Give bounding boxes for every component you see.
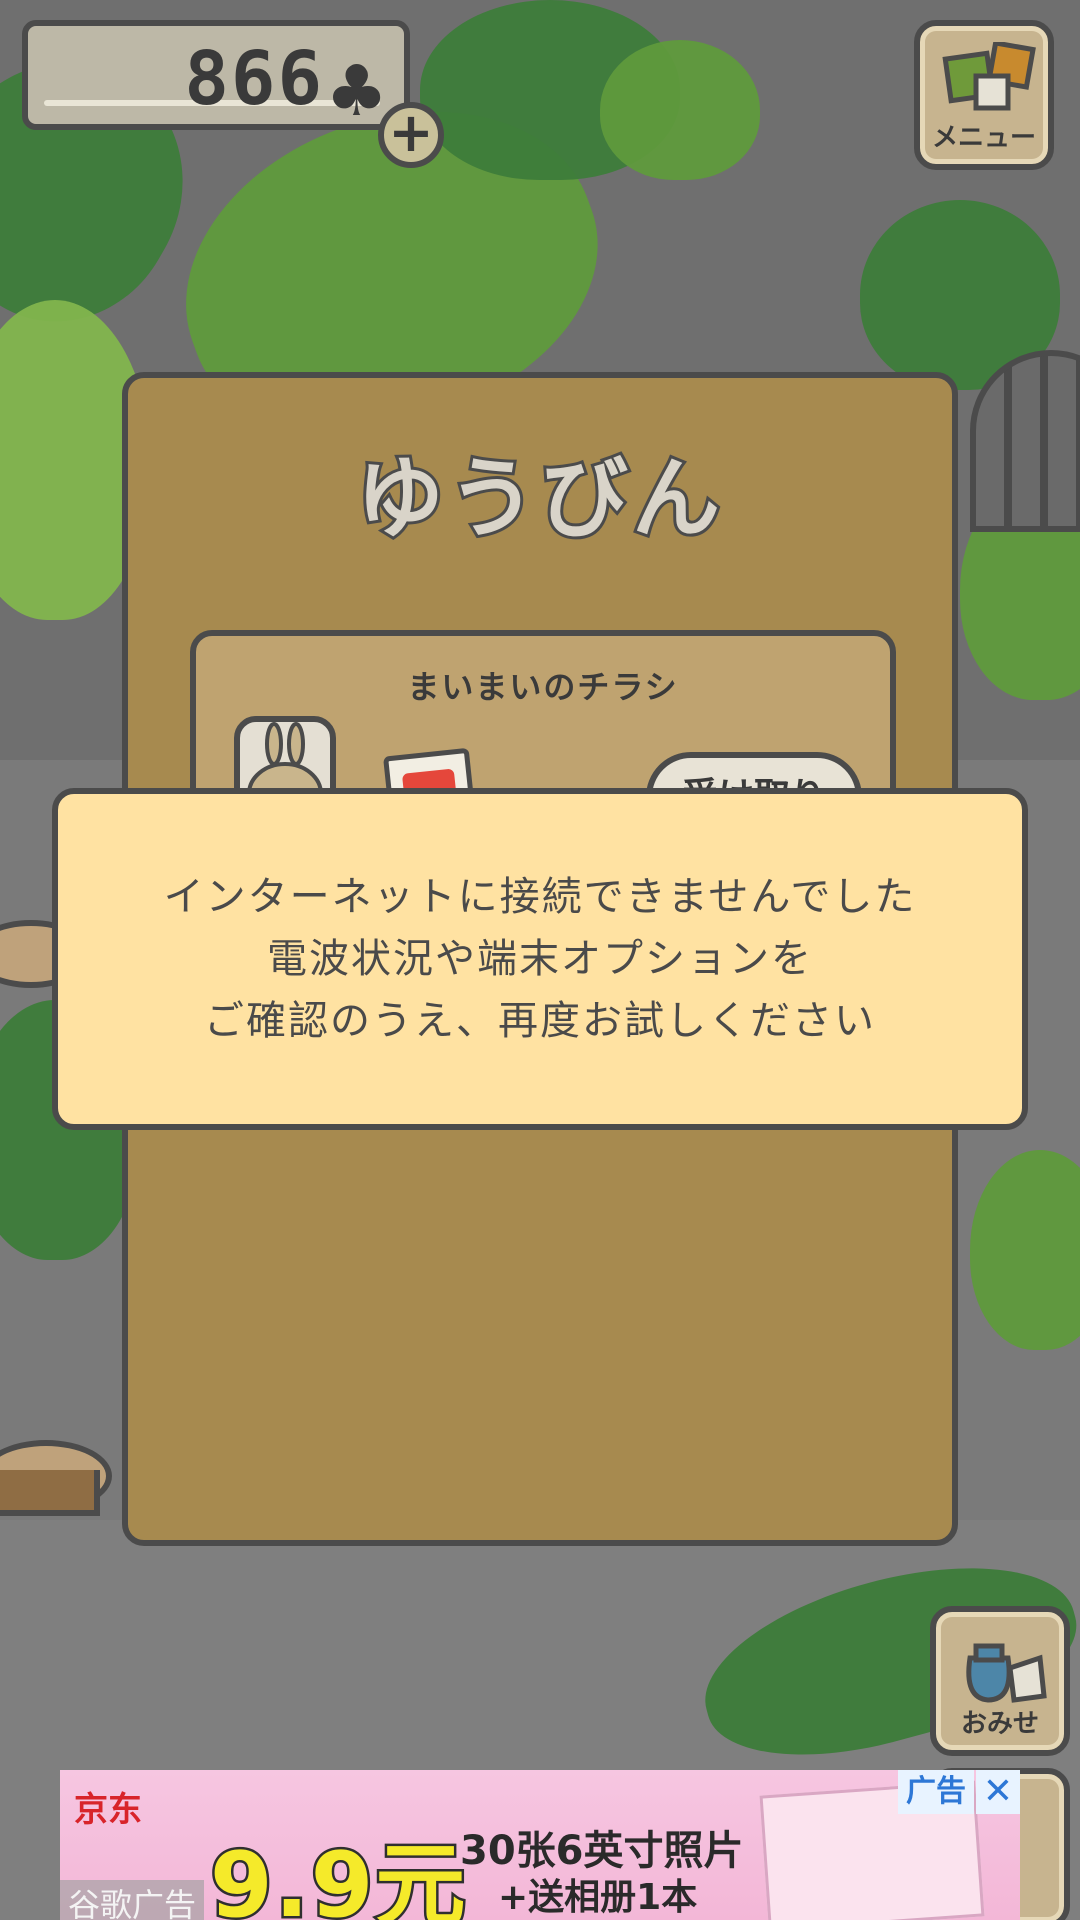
- error-message-line: 電波状況や端末オプションを: [267, 936, 813, 982]
- shop-icon: [966, 1643, 1047, 1703]
- clover-count: 866: [184, 36, 324, 122]
- mail-item-title: まいまいのチラシ: [407, 668, 679, 706]
- error-message-line: ご確認のうえ、再度お試しください: [204, 998, 876, 1044]
- menu-button[interactable]: メニュー: [914, 20, 1054, 170]
- tree-stump: [0, 1470, 100, 1516]
- ad-source-label: 谷歌广告: [60, 1880, 205, 1920]
- clover-counter: 866 ♣: [22, 20, 410, 130]
- connection-error-dialog[interactable]: インターネットに接続できませんでした 電波状況や端末オプションを ご確認のうえ、…: [52, 788, 1028, 1130]
- ad-banner[interactable]: 京东 9.9元 30张6英寸照片 +送相册1本 广告 ✕ 谷歌广告: [60, 1770, 1020, 1920]
- shop-button[interactable]: おみせ: [930, 1606, 1070, 1756]
- ad-text-line: +送相册1本: [498, 1877, 698, 1918]
- menu-label: メニュー: [931, 123, 1036, 153]
- menu-icon: [942, 42, 1036, 111]
- shop-label: おみせ: [960, 1709, 1039, 1739]
- mail-title: ゆうびん: [353, 444, 724, 553]
- ad-label: 广告: [898, 1770, 974, 1814]
- clover-icon: ♣: [325, 50, 388, 132]
- game-screen: 866 ♣ + メニュー おみせ ゆうびん まいまいのチラシ インターネットに接…: [0, 0, 1080, 1920]
- ad-brand-logo: 京东: [74, 1790, 142, 1830]
- ad-price: 9.9元: [207, 1831, 468, 1920]
- add-clover-button[interactable]: +: [378, 102, 444, 168]
- close-icon[interactable]: ✕: [976, 1770, 1020, 1814]
- error-message-line: インターネットに接続できませんでした: [163, 874, 917, 920]
- background-leaf: [600, 40, 760, 180]
